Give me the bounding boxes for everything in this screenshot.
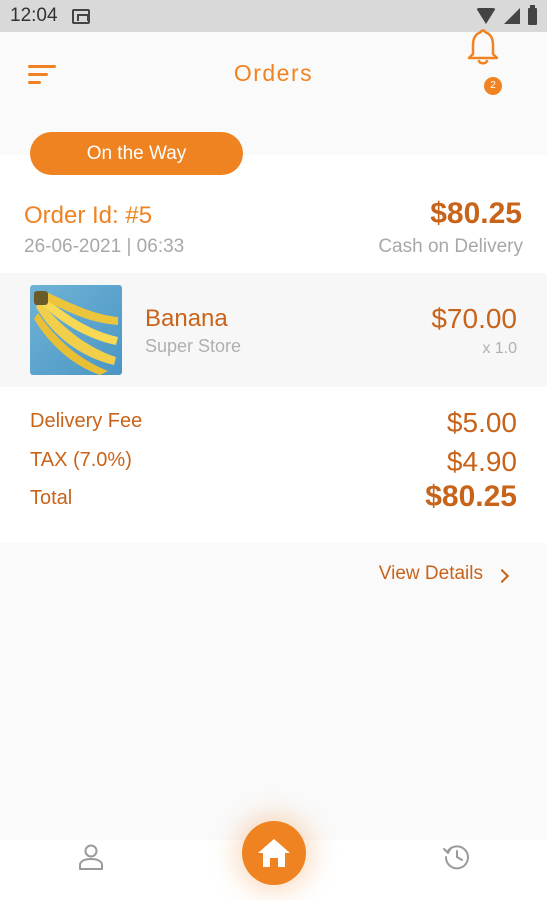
list-item[interactable]: Banana Super Store $70.00 x 1.0 [0,273,547,387]
delivery-fee-label: Delivery Fee [30,410,143,432]
status-indicators [476,4,537,25]
payment-method: Cash on Delivery [378,236,523,257]
product-quantity: x 1.0 [482,340,517,357]
wifi-icon [476,8,496,24]
order-id: Order Id: #5 [24,202,153,229]
home-icon [258,839,290,867]
product-price: $70.00 [431,303,517,334]
history-icon[interactable] [442,842,472,872]
total-value: $80.25 [425,480,517,513]
tax-value: $4.90 [446,446,517,477]
chevron-right-icon [494,568,510,584]
battery-icon [528,4,537,25]
status-badge: On the Way [30,132,243,175]
tax-label: TAX (7.0%) [30,449,132,471]
view-details-label: View Details [378,563,483,584]
product-name: Banana [145,305,228,332]
status-time: 12:04 [10,5,58,26]
bell-icon[interactable] [464,28,504,66]
notification-badge: 2 [484,77,502,95]
total-label: Total [30,487,73,509]
notification-icon [71,8,90,24]
profile-icon[interactable] [77,843,105,871]
order-total: $80.25 [430,197,522,230]
delivery-fee-value: $5.00 [446,407,517,438]
view-details-link[interactable]: View Details [378,563,510,585]
order-card[interactable]: Order Id: #5 26-06-2021 | 06:33 $80.25 C… [0,155,547,543]
home-button[interactable] [242,821,306,885]
signal-icon [504,8,520,24]
product-image [30,285,122,375]
order-date: 26-06-2021 | 06:33 [24,236,185,257]
store-name: Super Store [145,336,242,356]
